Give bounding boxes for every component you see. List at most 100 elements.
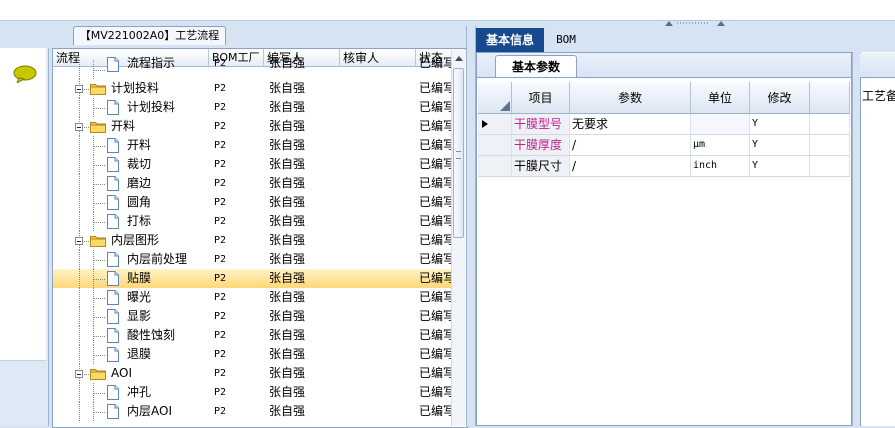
tree-row[interactable]: 酸性蚀刻 P2 张自强 已编写	[53, 326, 453, 345]
writer-cell: 张自强	[269, 176, 306, 190]
panel-splitter[interactable]	[466, 26, 476, 426]
param-filler-cell[interactable]	[810, 156, 850, 176]
reviewer-cell	[343, 117, 413, 136]
tree-row[interactable]: 流程指示 P2 张自强 已编写	[53, 56, 453, 79]
param-header-item[interactable]: 项目	[512, 82, 570, 114]
param-row[interactable]: 干膜型号 无要求 Y	[478, 114, 850, 135]
tree-connector	[93, 203, 105, 204]
tree-node-label: 磨边	[127, 176, 152, 190]
document-icon	[107, 176, 119, 191]
param-item-cell[interactable]: 干膜型号	[512, 114, 570, 134]
scroll-up-icon[interactable]	[454, 54, 464, 62]
status-cell: 已编写	[419, 176, 453, 190]
tab-basic-info[interactable]: 基本信息	[476, 28, 544, 52]
tree-row[interactable]: 开料 P2 张自强 已编写	[53, 136, 453, 155]
tab-basic-params[interactable]: 基本参数	[495, 55, 577, 77]
tree-node-label: 曝光	[127, 290, 152, 304]
tree-folder-row[interactable]: AOI P2 张自强 已编写	[53, 364, 453, 383]
tree-folder-row[interactable]: 内层图形 P2 张自强 已编写	[53, 231, 453, 250]
process-notes-label: 工艺备	[862, 89, 895, 103]
tree-row[interactable]: 裁切 P2 张自强 已编写	[53, 155, 453, 174]
tree-row[interactable]: 贴膜 P2 张自强 已编写	[53, 269, 453, 288]
chat-bubble-icon[interactable]	[13, 65, 37, 83]
tree-folder-row[interactable]: 开料 P2 张自强 已编写	[53, 117, 453, 136]
param-unit-cell[interactable]: μm	[691, 135, 750, 155]
tree-row[interactable]: 显影 P2 张自强 已编写	[53, 307, 453, 326]
row-indicator[interactable]	[478, 135, 512, 155]
document-icon	[107, 347, 119, 362]
bom-factory-cell: P2	[214, 273, 227, 284]
param-value-cell[interactable]: /	[570, 156, 691, 176]
param-header-unit[interactable]: 单位	[691, 82, 750, 114]
collapse-toggle-icon[interactable]	[75, 85, 83, 93]
document-icon	[107, 385, 119, 400]
writer-cell: 张自强	[269, 385, 306, 399]
scrollbar-grip-icon	[456, 151, 461, 159]
tree-row[interactable]: 曝光 P2 张自强 已编写	[53, 288, 453, 307]
document-icon	[107, 214, 119, 229]
param-header-filler	[810, 82, 850, 114]
tree-row[interactable]: 圆角 P2 张自强 已编写	[53, 193, 453, 212]
tree-connector	[79, 98, 80, 117]
basic-params-grid[interactable]: 项目 参数 单位 修改 干膜型号 无要求 Y 干膜厚度 / μm Y 干膜尺寸 / inch Y	[478, 82, 850, 182]
tree-row[interactable]: 内层AOI P2 张自强 已编写	[53, 402, 453, 421]
status-cell: 已编写	[419, 252, 453, 266]
tree-connector	[93, 222, 105, 223]
tree-node-label: 内层前处理	[127, 252, 188, 266]
param-row[interactable]: 干膜尺寸 / inch Y	[478, 156, 850, 177]
tree-row[interactable]: 计划投料 P2 张自强 已编写	[53, 98, 453, 117]
param-row[interactable]: 干膜厚度 / μm Y	[478, 135, 850, 156]
document-icon	[107, 309, 119, 324]
tree-row[interactable]: 磨边 P2 张自强 已编写	[53, 174, 453, 193]
tree-node-label: 流程指示	[127, 56, 176, 70]
reviewer-cell	[343, 326, 413, 345]
status-cell: 已编写	[419, 309, 453, 323]
tree-connector	[79, 174, 80, 193]
param-filler-cell[interactable]	[810, 114, 850, 134]
writer-cell: 张自强	[269, 309, 306, 323]
right-splitter[interactable]	[852, 52, 860, 426]
param-value-cell[interactable]: 无要求	[570, 114, 691, 134]
tree-node-label: 打标	[127, 214, 152, 228]
collapse-toggle-icon[interactable]	[75, 237, 83, 245]
status-cell: 已编写	[419, 81, 453, 95]
bom-factory-cell: P2	[214, 121, 227, 132]
param-unit-cell[interactable]: inch	[691, 156, 750, 176]
param-modify-cell[interactable]: Y	[750, 156, 810, 176]
row-indicator[interactable]	[478, 114, 512, 134]
bom-factory-cell: P2	[214, 235, 227, 246]
param-modify-cell[interactable]: Y	[750, 114, 810, 134]
scrollbar-thumb[interactable]	[453, 68, 464, 238]
param-header-modify[interactable]: 修改	[750, 82, 810, 114]
collapse-toggle-icon[interactable]	[75, 123, 83, 131]
status-cell: 已编写	[419, 290, 453, 304]
param-unit-cell[interactable]	[691, 114, 750, 134]
writer-cell: 张自强	[269, 328, 306, 342]
tree-row[interactable]: 退膜 P2 张自强 已编写	[53, 345, 453, 364]
panel-grip-icon[interactable]	[665, 20, 725, 27]
tree-connector	[93, 279, 105, 280]
tree-folder-row[interactable]: 计划投料 P2 张自强 已编写	[53, 79, 453, 98]
tab-bom[interactable]: BOM	[546, 28, 586, 52]
process-flow-tree-grid[interactable]: 流程 BOM工厂 编写人 核审人 状态 流程指示 P2 张自强 已编写 计划投料 P2 张自…	[52, 48, 468, 428]
param-header-value[interactable]: 参数	[570, 82, 691, 114]
tree-row[interactable]: 打标 P2 张自强 已编写	[53, 212, 453, 231]
status-cell: 已编写	[419, 328, 453, 342]
param-value-cell[interactable]: /	[570, 135, 691, 155]
reviewer-cell	[343, 231, 413, 250]
document-icon	[107, 157, 119, 172]
folder-icon	[90, 369, 106, 380]
param-filler-cell[interactable]	[810, 135, 850, 155]
tree-row[interactable]: 冲孔 P2 张自强 已编写	[53, 383, 453, 402]
param-item-cell[interactable]: 干膜厚度	[512, 135, 570, 155]
tree-connector	[79, 402, 80, 421]
tree-row[interactable]: 内层前处理 P2 张自强 已编写	[53, 250, 453, 269]
row-indicator[interactable]	[478, 156, 512, 176]
status-cell: 已编写	[419, 138, 453, 152]
param-modify-cell[interactable]: Y	[750, 135, 810, 155]
bom-factory-cell: P2	[214, 292, 227, 303]
param-item-cell[interactable]: 干膜尺寸	[512, 156, 570, 176]
collapse-toggle-icon[interactable]	[75, 370, 83, 378]
tree-node-label: 内层AOI	[127, 404, 172, 418]
document-icon	[107, 328, 119, 343]
